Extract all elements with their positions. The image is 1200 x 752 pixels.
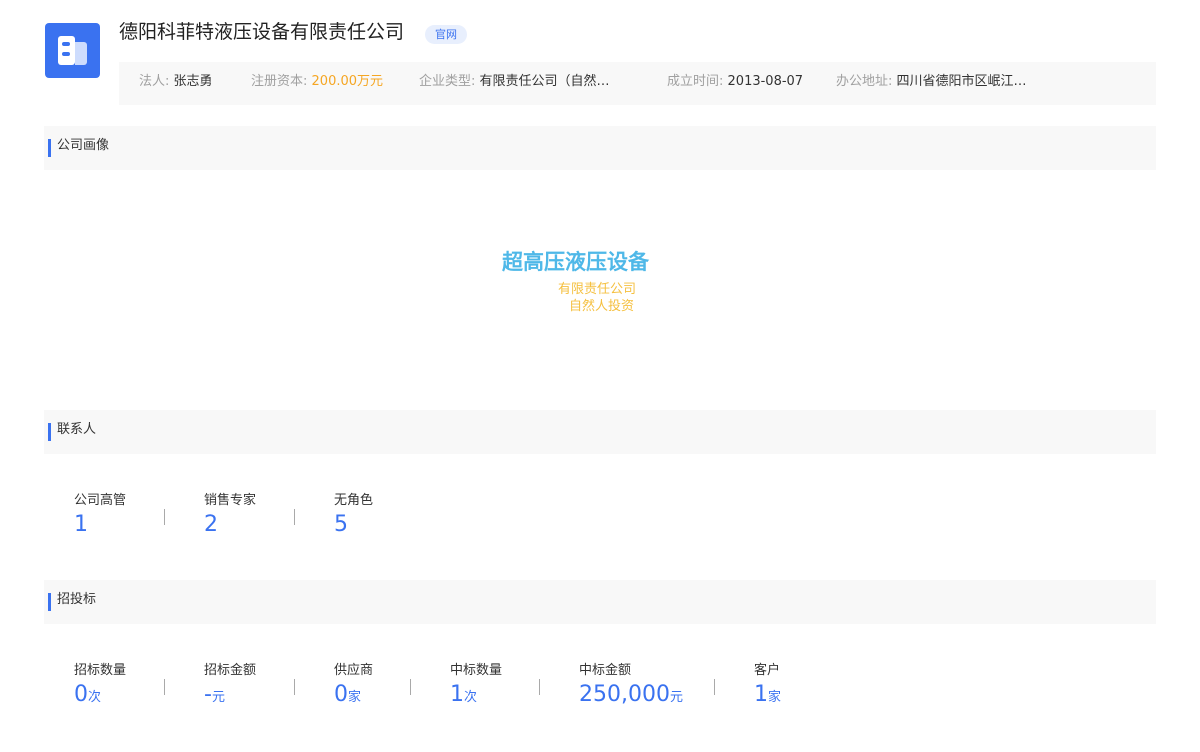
- stat-tender-count[interactable]: 招标数量 0次: [74, 662, 126, 711]
- section-header-contacts: 联系人: [44, 410, 1156, 454]
- stat-winning-amount[interactable]: 中标金额 250,000元: [579, 662, 683, 711]
- section-accent-bar: [48, 593, 51, 611]
- stat-divider: [164, 509, 165, 525]
- stat-label: 中标金额: [579, 663, 632, 678]
- stat-unit: 次: [88, 690, 102, 705]
- section-accent-bar: [48, 423, 51, 441]
- stat-unit: 元: [669, 690, 683, 705]
- stat-unit: 次: [464, 690, 478, 705]
- stat-tender-amount[interactable]: 招标金额 -元: [204, 662, 256, 711]
- word-cloud-word: 自然人投资: [569, 299, 635, 314]
- word-cloud-word: 超高压液压设备: [502, 250, 649, 274]
- stat-value: 1: [74, 512, 88, 537]
- founded-info: 成立时间: 2013-08-07: [667, 62, 803, 102]
- stat-value: 0: [74, 682, 88, 707]
- stat-value: 2: [204, 512, 218, 537]
- stat-suppliers[interactable]: 供应商 0家: [334, 662, 373, 711]
- stat-unit: 家: [768, 690, 782, 705]
- word-cloud: 超高压液压设备 有限责任公司 自然人投资: [44, 170, 1156, 408]
- type-value: 有限责任公司（自然…: [479, 74, 610, 89]
- stat-value: 0: [334, 682, 348, 707]
- section-header-portrait: 公司画像: [44, 126, 1156, 170]
- stat-label: 供应商: [334, 663, 374, 678]
- stat-label: 客户: [754, 663, 781, 678]
- stat-customers[interactable]: 客户 1家: [754, 662, 781, 711]
- stat-divider: [164, 679, 165, 695]
- legal-rep-info: 法人: 张志勇: [139, 62, 213, 102]
- address-value: 四川省德阳市区岷江…: [896, 74, 1027, 89]
- capital-label: 注册资本:: [251, 74, 308, 89]
- section-title: 公司画像: [57, 138, 110, 153]
- stat-value: 5: [334, 512, 348, 537]
- section-title: 联系人: [57, 422, 97, 437]
- founded-value: 2013-08-07: [727, 74, 804, 89]
- company-name: 德阳科菲特液压设备有限责任公司: [119, 21, 405, 43]
- section-title: 招投标: [57, 592, 97, 607]
- stat-sales-experts[interactable]: 销售专家 2: [204, 492, 256, 538]
- stat-label: 中标数量: [450, 663, 503, 678]
- stat-divider: [410, 679, 411, 695]
- stat-divider: [294, 509, 295, 525]
- section-accent-bar: [48, 139, 51, 157]
- capital-info: 注册资本: 200.00万元: [251, 62, 383, 102]
- official-website-badge[interactable]: 官网: [425, 25, 467, 44]
- stat-value: 1: [754, 682, 768, 707]
- founded-label: 成立时间:: [667, 74, 724, 89]
- stat-label: 公司高管: [74, 493, 127, 508]
- capital-value: 200.00万元: [311, 74, 384, 89]
- stat-label: 招标金额: [204, 663, 257, 678]
- company-info-bar: 法人: 张志勇 注册资本: 200.00万元 企业类型: 有限责任公司（自然… …: [119, 62, 1156, 105]
- stat-unit: 家: [348, 690, 362, 705]
- legal-rep-label: 法人:: [139, 74, 170, 89]
- stat-unit: 元: [211, 690, 225, 705]
- company-logo-icon: [45, 23, 100, 78]
- stat-executives[interactable]: 公司高管 1: [74, 492, 126, 538]
- stat-divider: [539, 679, 540, 695]
- stat-no-role[interactable]: 无角色 5: [334, 492, 373, 538]
- stat-winning-count[interactable]: 中标数量 1次: [450, 662, 502, 711]
- section-header-bidding: 招投标: [44, 580, 1156, 624]
- stat-value: -: [204, 682, 212, 707]
- stat-divider: [714, 679, 715, 695]
- address-info: 办公地址: 四川省德阳市区岷江…: [836, 62, 1027, 102]
- stat-label: 无角色: [334, 493, 374, 508]
- stat-label: 销售专家: [204, 493, 257, 508]
- stat-value: 250,000: [579, 682, 670, 707]
- address-label: 办公地址:: [836, 74, 893, 89]
- legal-rep-value[interactable]: 张志勇: [174, 74, 213, 89]
- type-label: 企业类型:: [419, 74, 476, 89]
- stat-value: 1: [450, 682, 464, 707]
- stat-divider: [294, 679, 295, 695]
- stat-label: 招标数量: [74, 663, 127, 678]
- type-info: 企业类型: 有限责任公司（自然…: [419, 62, 610, 102]
